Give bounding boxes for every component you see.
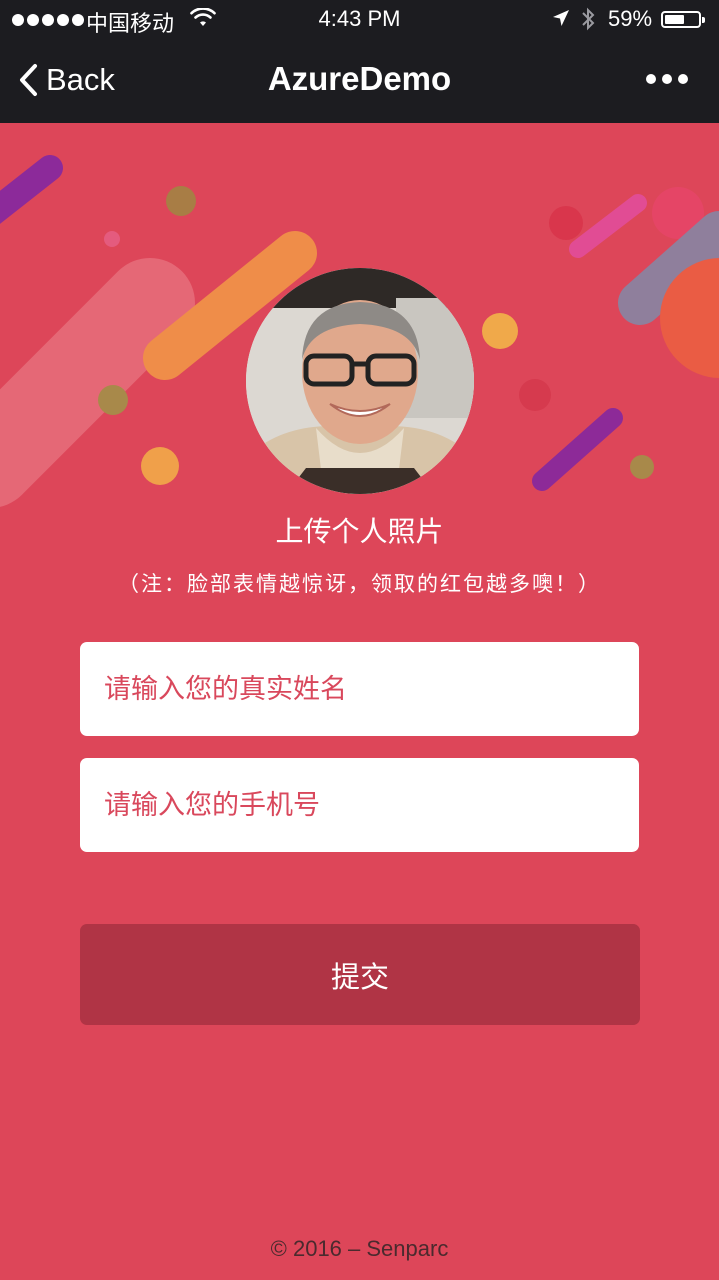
phone-input[interactable] (102, 788, 617, 822)
status-bar: 中国移动 4:43 PM 59% (0, 0, 719, 40)
more-menu-button[interactable] (646, 74, 688, 84)
navigation-bar: Back AzureDemo (0, 40, 719, 123)
upload-photo-note: （注：脸部表情越惊讶，领取的红包越多噢！） (118, 572, 601, 596)
back-label: Back (46, 62, 115, 97)
portrait-image (246, 268, 474, 494)
battery-icon (661, 11, 705, 28)
profile-photo-upload[interactable] (246, 268, 474, 494)
submit-label: 提交 (330, 959, 389, 994)
submit-button[interactable]: 提交 (80, 924, 640, 1025)
upload-photo-title: 上传个人照片 (275, 515, 444, 548)
battery-percent: 59% (608, 6, 653, 31)
chevron-left-icon (20, 64, 37, 96)
location-arrow-icon (553, 10, 569, 26)
name-field[interactable] (80, 642, 639, 736)
footer-copyright: © 2016 – Senparc (270, 1236, 449, 1261)
phone-field[interactable] (80, 758, 639, 852)
name-input[interactable] (102, 672, 617, 706)
ellipsis-icon (646, 74, 656, 84)
back-button[interactable]: Back (18, 62, 115, 98)
bluetooth-icon (582, 7, 595, 31)
top-bar: 中国移动 4:43 PM 59% Back AzureDemo (0, 0, 719, 123)
